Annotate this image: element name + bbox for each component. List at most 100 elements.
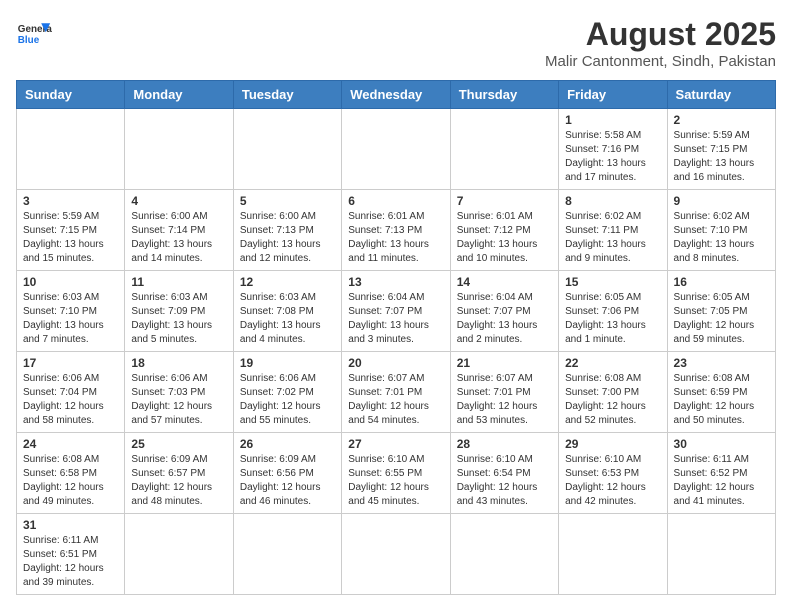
day-info: Sunrise: 6:02 AM Sunset: 7:10 PM Dayligh… xyxy=(674,210,769,266)
calendar-cell: 24 Sunrise: 6:08 AM Sunset: 6:58 PM Dayli… xyxy=(17,433,125,514)
day-number: 11 xyxy=(131,275,226,289)
calendar-cell: 21 Sunrise: 6:07 AM Sunset: 7:01 PM Dayli… xyxy=(450,352,558,433)
calendar-cell: 10 Sunrise: 6:03 AM Sunset: 7:10 PM Dayli… xyxy=(17,271,125,352)
calendar-cell: 2Sunrise: 5:59 AM Sunset: 7:15 PM Daylig… xyxy=(667,109,775,190)
title-block: August 2025 Malir Cantonment, Sindh, Pak… xyxy=(545,16,776,70)
calendar-cell: 30 Sunrise: 6:11 AM Sunset: 6:52 PM Dayli… xyxy=(667,433,775,514)
calendar-cell: 26 Sunrise: 6:09 AM Sunset: 6:56 PM Dayli… xyxy=(233,433,341,514)
calendar-cell: 7Sunrise: 6:01 AM Sunset: 7:12 PM Daylig… xyxy=(450,190,558,271)
weekday-header-thursday: Thursday xyxy=(450,81,558,109)
day-number: 18 xyxy=(131,356,226,370)
calendar-cell: 17Sunrise: 6:06 AM Sunset: 7:04 PM Dayli… xyxy=(17,352,125,433)
calendar-cell: 27 Sunrise: 6:10 AM Sunset: 6:55 PM Dayli… xyxy=(342,433,450,514)
weekday-header-tuesday: Tuesday xyxy=(233,81,341,109)
day-number: 8 xyxy=(565,194,660,208)
day-number: 20 xyxy=(348,356,443,370)
day-number: 10 xyxy=(23,275,118,289)
calendar-week-row: 10 Sunrise: 6:03 AM Sunset: 7:10 PM Dayli… xyxy=(17,271,776,352)
day-number: 23 xyxy=(674,356,769,370)
calendar-cell: 9Sunrise: 6:02 AM Sunset: 7:10 PM Daylig… xyxy=(667,190,775,271)
day-info: Sunrise: 6:08 AM Sunset: 6:58 PM Dayligh… xyxy=(23,453,118,509)
calendar-cell: 13 Sunrise: 6:04 AM Sunset: 7:07 PM Dayli… xyxy=(342,271,450,352)
calendar-week-row: 1Sunrise: 5:58 AM Sunset: 7:16 PM Daylig… xyxy=(17,109,776,190)
day-number: 26 xyxy=(240,437,335,451)
calendar-cell: 31Sunrise: 6:11 AM Sunset: 6:51 PM Dayli… xyxy=(17,514,125,595)
calendar-cell: 12Sunrise: 6:03 AM Sunset: 7:08 PM Dayli… xyxy=(233,271,341,352)
day-info: Sunrise: 6:02 AM Sunset: 7:11 PM Dayligh… xyxy=(565,210,660,266)
day-info: Sunrise: 6:03 AM Sunset: 7:09 PM Dayligh… xyxy=(131,291,226,347)
day-number: 24 xyxy=(23,437,118,451)
day-number: 27 xyxy=(348,437,443,451)
day-number: 28 xyxy=(457,437,552,451)
day-number: 22 xyxy=(565,356,660,370)
calendar-cell: 22 Sunrise: 6:08 AM Sunset: 7:00 PM Dayli… xyxy=(559,352,667,433)
day-info: Sunrise: 6:10 AM Sunset: 6:54 PM Dayligh… xyxy=(457,453,552,509)
weekday-header-friday: Friday xyxy=(559,81,667,109)
day-number: 15 xyxy=(565,275,660,289)
day-info: Sunrise: 6:09 AM Sunset: 6:56 PM Dayligh… xyxy=(240,453,335,509)
calendar-cell: 1Sunrise: 5:58 AM Sunset: 7:16 PM Daylig… xyxy=(559,109,667,190)
day-number: 12 xyxy=(240,275,335,289)
day-info: Sunrise: 6:07 AM Sunset: 7:01 PM Dayligh… xyxy=(457,372,552,428)
day-number: 2 xyxy=(674,113,769,127)
calendar-table: SundayMondayTuesdayWednesdayThursdayFrid… xyxy=(16,80,776,595)
day-info: Sunrise: 5:59 AM Sunset: 7:15 PM Dayligh… xyxy=(23,210,118,266)
day-info: Sunrise: 6:04 AM Sunset: 7:07 PM Dayligh… xyxy=(457,291,552,347)
day-info: Sunrise: 6:00 AM Sunset: 7:13 PM Dayligh… xyxy=(240,210,335,266)
day-info: Sunrise: 6:08 AM Sunset: 7:00 PM Dayligh… xyxy=(565,372,660,428)
calendar-cell: 20Sunrise: 6:07 AM Sunset: 7:01 PM Dayli… xyxy=(342,352,450,433)
day-number: 14 xyxy=(457,275,552,289)
calendar-cell xyxy=(233,109,341,190)
calendar-cell: 11 Sunrise: 6:03 AM Sunset: 7:09 PM Dayli… xyxy=(125,271,233,352)
day-number: 5 xyxy=(240,194,335,208)
calendar-cell xyxy=(125,109,233,190)
day-number: 3 xyxy=(23,194,118,208)
calendar-week-row: 17Sunrise: 6:06 AM Sunset: 7:04 PM Dayli… xyxy=(17,352,776,433)
calendar-week-row: 24 Sunrise: 6:08 AM Sunset: 6:58 PM Dayli… xyxy=(17,433,776,514)
svg-text:Blue: Blue xyxy=(18,35,40,46)
day-number: 29 xyxy=(565,437,660,451)
calendar-title: August 2025 xyxy=(545,16,776,53)
calendar-week-row: 31Sunrise: 6:11 AM Sunset: 6:51 PM Dayli… xyxy=(17,514,776,595)
calendar-cell xyxy=(450,514,558,595)
day-number: 4 xyxy=(131,194,226,208)
calendar-subtitle: Malir Cantonment, Sindh, Pakistan xyxy=(545,53,776,70)
day-info: Sunrise: 6:09 AM Sunset: 6:57 PM Dayligh… xyxy=(131,453,226,509)
calendar-cell xyxy=(233,514,341,595)
calendar-cell xyxy=(125,514,233,595)
day-info: Sunrise: 6:06 AM Sunset: 7:04 PM Dayligh… xyxy=(23,372,118,428)
day-info: Sunrise: 6:05 AM Sunset: 7:06 PM Dayligh… xyxy=(565,291,660,347)
day-number: 30 xyxy=(674,437,769,451)
day-info: Sunrise: 6:10 AM Sunset: 6:55 PM Dayligh… xyxy=(348,453,443,509)
weekday-header-wednesday: Wednesday xyxy=(342,81,450,109)
day-number: 1 xyxy=(565,113,660,127)
day-info: Sunrise: 6:06 AM Sunset: 7:03 PM Dayligh… xyxy=(131,372,226,428)
calendar-cell xyxy=(667,514,775,595)
day-number: 6 xyxy=(348,194,443,208)
day-number: 7 xyxy=(457,194,552,208)
calendar-cell: 23 Sunrise: 6:08 AM Sunset: 6:59 PM Dayli… xyxy=(667,352,775,433)
calendar-cell xyxy=(559,514,667,595)
day-number: 13 xyxy=(348,275,443,289)
calendar-cell: 28 Sunrise: 6:10 AM Sunset: 6:54 PM Dayli… xyxy=(450,433,558,514)
day-info: Sunrise: 6:11 AM Sunset: 6:52 PM Dayligh… xyxy=(674,453,769,509)
weekday-header-row: SundayMondayTuesdayWednesdayThursdayFrid… xyxy=(17,81,776,109)
weekday-header-monday: Monday xyxy=(125,81,233,109)
calendar-cell: 4 Sunrise: 6:00 AM Sunset: 7:14 PM Daylig… xyxy=(125,190,233,271)
day-info: Sunrise: 6:00 AM Sunset: 7:14 PM Dayligh… xyxy=(131,210,226,266)
calendar-cell: 8 Sunrise: 6:02 AM Sunset: 7:11 PM Daylig… xyxy=(559,190,667,271)
calendar-cell: 16 Sunrise: 6:05 AM Sunset: 7:05 PM Dayli… xyxy=(667,271,775,352)
day-info: Sunrise: 6:04 AM Sunset: 7:07 PM Dayligh… xyxy=(348,291,443,347)
calendar-cell: 19Sunrise: 6:06 AM Sunset: 7:02 PM Dayli… xyxy=(233,352,341,433)
day-number: 16 xyxy=(674,275,769,289)
day-info: Sunrise: 6:01 AM Sunset: 7:13 PM Dayligh… xyxy=(348,210,443,266)
day-info: Sunrise: 6:03 AM Sunset: 7:10 PM Dayligh… xyxy=(23,291,118,347)
day-number: 19 xyxy=(240,356,335,370)
day-info: Sunrise: 6:05 AM Sunset: 7:05 PM Dayligh… xyxy=(674,291,769,347)
page-header: General Blue August 2025 Malir Cantonmen… xyxy=(16,16,776,70)
day-info: Sunrise: 6:08 AM Sunset: 6:59 PM Dayligh… xyxy=(674,372,769,428)
calendar-cell: 3 Sunrise: 5:59 AM Sunset: 7:15 PM Daylig… xyxy=(17,190,125,271)
calendar-cell: 15 Sunrise: 6:05 AM Sunset: 7:06 PM Dayli… xyxy=(559,271,667,352)
calendar-week-row: 3 Sunrise: 5:59 AM Sunset: 7:15 PM Daylig… xyxy=(17,190,776,271)
day-number: 21 xyxy=(457,356,552,370)
